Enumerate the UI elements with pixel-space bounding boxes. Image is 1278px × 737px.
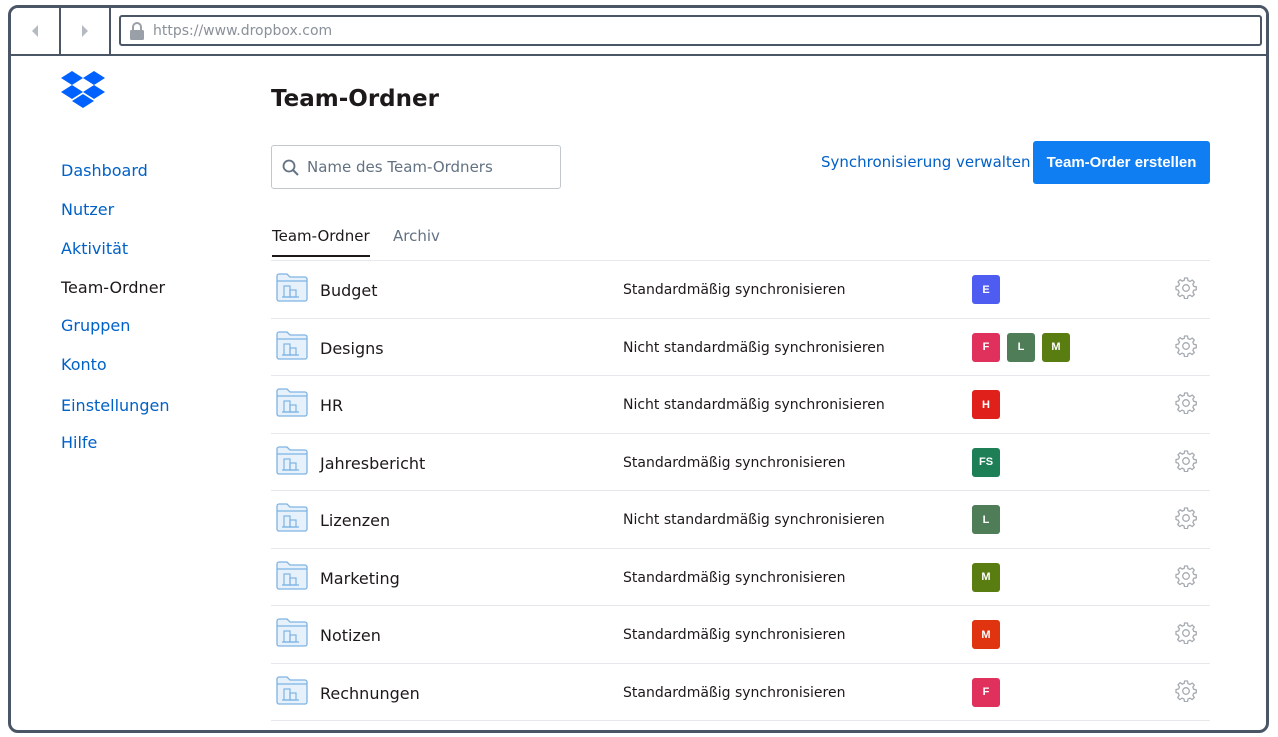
folder-name[interactable]: Rechnungen — [320, 684, 420, 703]
tab-archiv[interactable]: Archiv — [393, 227, 440, 255]
browser-window: https://www.dropbox.com Dashboard Nutzer… — [8, 5, 1269, 733]
folder-name[interactable]: Designs — [320, 339, 384, 358]
dropbox-icon — [61, 71, 105, 108]
gear-icon[interactable] — [1175, 277, 1197, 299]
member-avatar[interactable]: F — [972, 332, 1000, 362]
folder-row[interactable]: Designs Nicht standardmäßig synchronisie… — [271, 319, 1210, 376]
team-folder-icon — [276, 273, 308, 302]
member-badges: H — [972, 390, 1000, 419]
member-avatar[interactable]: M — [972, 562, 1000, 592]
sync-status: Nicht standardmäßig synchronisieren — [623, 339, 885, 356]
manage-sync-link[interactable]: Synchronisierung verwalten — [821, 153, 1031, 171]
sidebar-item-hilfe[interactable]: Hilfe — [61, 433, 97, 452]
member-badges: L — [972, 505, 1000, 534]
sync-status: Standardmäßig synchronisieren — [623, 282, 846, 298]
browser-toolbar: https://www.dropbox.com — [11, 8, 1266, 56]
address-bar[interactable]: https://www.dropbox.com — [119, 15, 1262, 46]
lock-icon — [130, 21, 144, 40]
search-icon — [282, 159, 299, 176]
member-avatar[interactable]: L — [1007, 332, 1035, 362]
member-avatar[interactable]: M — [972, 620, 1000, 649]
folder-row[interactable]: HR Nicht standardmäßig synchronisieren H — [271, 376, 1210, 434]
search-box[interactable] — [271, 145, 561, 189]
member-avatar[interactable]: E — [972, 275, 1000, 304]
member-badges: M — [972, 562, 1000, 592]
team-folder-icon — [276, 675, 308, 705]
gear-icon[interactable] — [1175, 564, 1197, 587]
member-badges: FLM — [972, 332, 1070, 362]
member-avatar[interactable]: M — [1042, 332, 1070, 362]
folder-row[interactable]: Notizen Standardmäßig synchronisieren M — [271, 606, 1210, 664]
team-folder-icon — [276, 330, 308, 360]
url-text: https://www.dropbox.com — [153, 22, 333, 39]
team-folder-icon — [276, 503, 308, 532]
create-team-folder-button[interactable]: Team-Order erstellen — [1033, 141, 1210, 184]
sidebar-item-aktivitaet[interactable]: Aktivität — [61, 239, 128, 258]
sync-status: Standardmäßig synchronisieren — [623, 627, 846, 643]
sync-status: Nicht standardmäßig synchronisieren — [623, 397, 885, 413]
team-folder-icon — [276, 388, 308, 417]
sync-status: Standardmäßig synchronisieren — [623, 684, 846, 701]
tab-team-ordner[interactable]: Team-Ordner — [272, 227, 370, 257]
chevron-right-icon — [82, 25, 88, 37]
sync-status: Standardmäßig synchronisieren — [623, 569, 846, 586]
folder-row[interactable]: Marketing Standardmäßig synchronisieren … — [271, 549, 1210, 606]
gear-icon[interactable] — [1175, 622, 1197, 644]
member-avatar[interactable]: L — [972, 505, 1000, 534]
forward-button[interactable] — [61, 8, 111, 54]
folder-name[interactable]: Budget — [320, 281, 378, 300]
back-button[interactable] — [11, 8, 61, 54]
sidebar-item-dashboard[interactable]: Dashboard — [61, 161, 148, 180]
folder-name[interactable]: Lizenzen — [320, 511, 390, 530]
folder-name[interactable]: Marketing — [320, 569, 400, 588]
sync-status: Nicht standardmäßig synchronisieren — [623, 512, 885, 528]
gear-icon[interactable] — [1175, 679, 1197, 702]
sidebar-item-konto[interactable]: Konto — [61, 355, 107, 374]
team-folder-icon — [276, 560, 308, 590]
member-badges: F — [972, 677, 1000, 707]
gear-icon[interactable] — [1175, 449, 1197, 472]
gear-icon[interactable] — [1175, 334, 1197, 357]
member-badges: FS — [972, 447, 1000, 477]
folder-row[interactable]: Jahresbericht Standardmäßig synchronisie… — [271, 434, 1210, 491]
chevron-left-icon — [32, 25, 38, 37]
member-avatar[interactable]: FS — [972, 447, 1000, 477]
member-avatar[interactable]: H — [972, 390, 1000, 419]
folder-name[interactable]: Jahresbericht — [320, 454, 425, 473]
sidebar-item-gruppen[interactable]: Gruppen — [61, 316, 130, 335]
member-badges: E — [972, 275, 1000, 304]
gear-icon[interactable] — [1175, 507, 1197, 529]
folder-row[interactable]: Budget Standardmäßig synchronisieren E — [271, 261, 1210, 319]
folder-row[interactable]: Rechnungen Standardmäßig synchronisieren… — [271, 664, 1210, 721]
team-folder-icon — [276, 618, 308, 647]
sidebar-item-einstellungen[interactable]: Einstellungen — [61, 396, 169, 415]
search-input[interactable] — [307, 158, 547, 176]
gear-icon[interactable] — [1175, 392, 1197, 414]
folder-name[interactable]: HR — [320, 396, 343, 415]
member-badges: M — [972, 620, 1000, 649]
folder-list: Budget Standardmäßig synchronisieren E D… — [271, 261, 1210, 721]
folder-name[interactable]: Notizen — [320, 626, 381, 645]
member-avatar[interactable]: F — [972, 677, 1000, 707]
dropbox-logo[interactable] — [61, 70, 105, 117]
sync-status: Standardmäßig synchronisieren — [623, 454, 846, 471]
tab-bar: Team-Ordner Archiv — [271, 223, 1210, 261]
sidebar-item-nutzer[interactable]: Nutzer — [61, 200, 114, 219]
folder-row[interactable]: Lizenzen Nicht standardmäßig synchronisi… — [271, 491, 1210, 549]
sidebar-item-team-ordner[interactable]: Team-Ordner — [61, 278, 165, 297]
page-title: Team-Ordner — [271, 86, 439, 112]
team-folder-icon — [276, 445, 308, 475]
